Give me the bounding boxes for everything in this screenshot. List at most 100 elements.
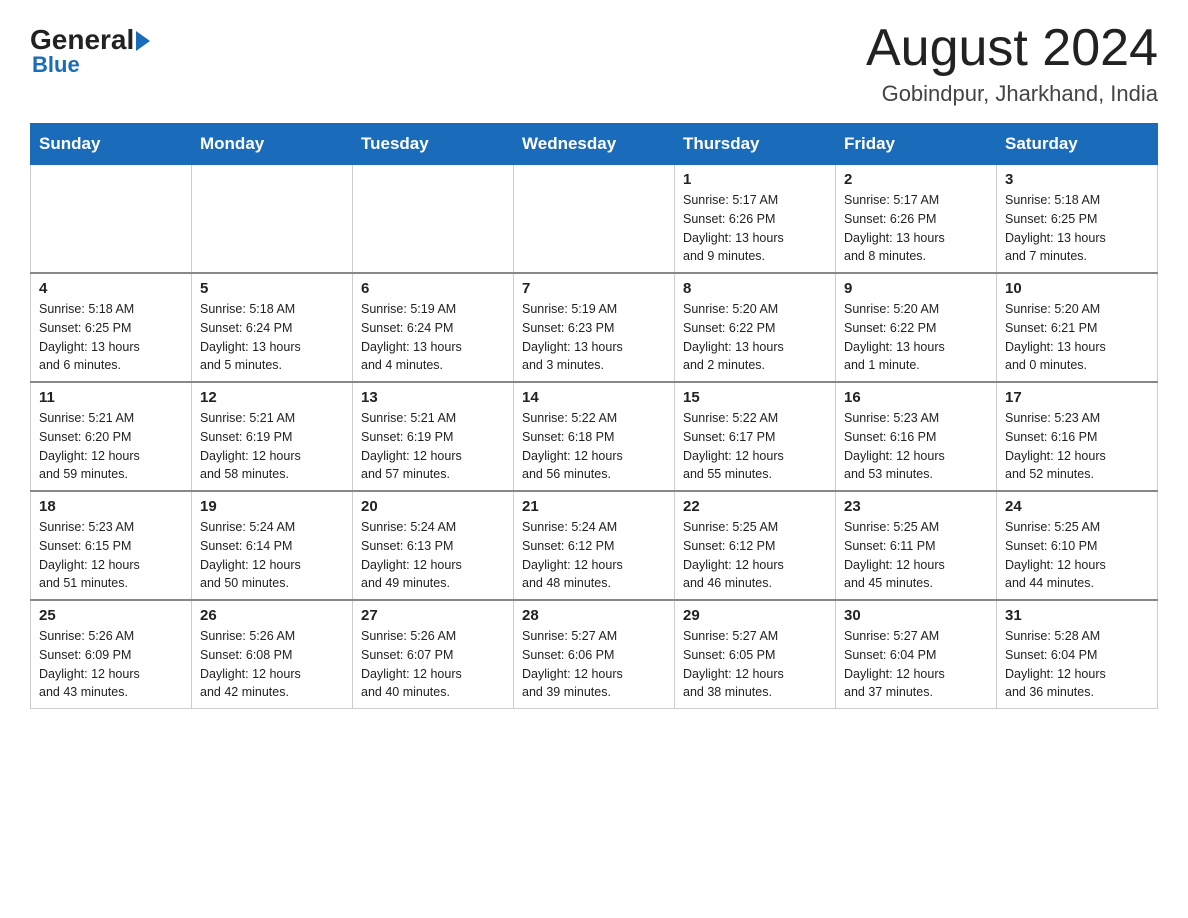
page-header: General Blue August 2024 Gobindpur, Jhar… — [30, 20, 1158, 107]
day-number: 26 — [200, 607, 344, 624]
day-info: Sunrise: 5:23 AMSunset: 6:16 PMDaylight:… — [844, 409, 988, 484]
day-number: 17 — [1005, 389, 1149, 406]
calendar-day-cell: 29Sunrise: 5:27 AMSunset: 6:05 PMDayligh… — [675, 600, 836, 709]
day-number: 9 — [844, 280, 988, 297]
day-number: 31 — [1005, 607, 1149, 624]
calendar-day-cell: 8 Sunrise: 5:20 AMSunset: 6:22 PMDaylight… — [675, 273, 836, 382]
day-info: Sunrise: 5:25 AMSunset: 6:11 PMDaylight:… — [844, 518, 988, 593]
day-info: Sunrise: 5:24 AMSunset: 6:12 PMDaylight:… — [522, 518, 666, 593]
calendar-day-cell: 31 Sunrise: 5:28 AMSunset: 6:04 PMDayligh… — [997, 600, 1158, 709]
calendar-day-cell: 13 Sunrise: 5:21 AMSunset: 6:19 PMDayligh… — [353, 382, 514, 491]
calendar-day-cell: 16 Sunrise: 5:23 AMSunset: 6:16 PMDayligh… — [836, 382, 997, 491]
day-info: Sunrise: 5:19 AMSunset: 6:23 PMDaylight:… — [522, 300, 666, 375]
calendar-day-cell: 3 Sunrise: 5:18 AMSunset: 6:25 PMDaylight… — [997, 165, 1158, 274]
day-number: 6 — [361, 280, 505, 297]
calendar-day-cell: 9 Sunrise: 5:20 AMSunset: 6:22 PMDaylight… — [836, 273, 997, 382]
day-info: Sunrise: 5:18 AMSunset: 6:24 PMDaylight:… — [200, 300, 344, 375]
day-number: 13 — [361, 389, 505, 406]
calendar-day-cell: 17 Sunrise: 5:23 AMSunset: 6:16 PMDayligh… — [997, 382, 1158, 491]
calendar-week-row: 11Sunrise: 5:21 AMSunset: 6:20 PMDayligh… — [31, 382, 1158, 491]
day-info: Sunrise: 5:19 AMSunset: 6:24 PMDaylight:… — [361, 300, 505, 375]
day-number: 12 — [200, 389, 344, 406]
day-number: 16 — [844, 389, 988, 406]
day-info: Sunrise: 5:26 AMSunset: 6:08 PMDaylight:… — [200, 627, 344, 702]
calendar-day-cell: 22 Sunrise: 5:25 AMSunset: 6:12 PMDayligh… — [675, 491, 836, 600]
day-number: 24 — [1005, 498, 1149, 515]
day-info: Sunrise: 5:25 AMSunset: 6:12 PMDaylight:… — [683, 518, 827, 593]
day-number: 28 — [522, 607, 666, 624]
day-info: Sunrise: 5:21 AMSunset: 6:19 PMDaylight:… — [200, 409, 344, 484]
day-number: 5 — [200, 280, 344, 297]
calendar-day-cell: 28Sunrise: 5:27 AMSunset: 6:06 PMDayligh… — [514, 600, 675, 709]
calendar-week-row: 18Sunrise: 5:23 AMSunset: 6:15 PMDayligh… — [31, 491, 1158, 600]
calendar-day-cell: 4Sunrise: 5:18 AMSunset: 6:25 PMDaylight… — [31, 273, 192, 382]
day-number: 18 — [39, 498, 183, 515]
day-info: Sunrise: 5:17 AMSunset: 6:26 PMDaylight:… — [683, 191, 827, 266]
day-info: Sunrise: 5:26 AMSunset: 6:09 PMDaylight:… — [39, 627, 183, 702]
logo-arrow-icon — [136, 31, 150, 51]
calendar-day-header: Thursday — [675, 124, 836, 165]
day-number: 29 — [683, 607, 827, 624]
calendar-day-cell: 25 Sunrise: 5:26 AMSunset: 6:09 PMDayligh… — [31, 600, 192, 709]
calendar-day-header: Friday — [836, 124, 997, 165]
calendar-day-header: Sunday — [31, 124, 192, 165]
day-number: 2 — [844, 171, 988, 188]
calendar-day-cell: 20 Sunrise: 5:24 AMSunset: 6:13 PMDayligh… — [353, 491, 514, 600]
day-info: Sunrise: 5:28 AMSunset: 6:04 PMDaylight:… — [1005, 627, 1149, 702]
day-info: Sunrise: 5:17 AMSunset: 6:26 PMDaylight:… — [844, 191, 988, 266]
day-number: 30 — [844, 607, 988, 624]
calendar-day-cell: 26 Sunrise: 5:26 AMSunset: 6:08 PMDayligh… — [192, 600, 353, 709]
day-number: 3 — [1005, 171, 1149, 188]
day-info: Sunrise: 5:20 AMSunset: 6:22 PMDaylight:… — [683, 300, 827, 375]
day-info: Sunrise: 5:24 AMSunset: 6:13 PMDaylight:… — [361, 518, 505, 593]
day-number: 25 — [39, 607, 183, 624]
calendar-day-cell: 6 Sunrise: 5:19 AMSunset: 6:24 PMDaylight… — [353, 273, 514, 382]
calendar-day-cell: 18Sunrise: 5:23 AMSunset: 6:15 PMDayligh… — [31, 491, 192, 600]
day-number: 21 — [522, 498, 666, 515]
day-info: Sunrise: 5:20 AMSunset: 6:22 PMDaylight:… — [844, 300, 988, 375]
calendar-day-cell: 5 Sunrise: 5:18 AMSunset: 6:24 PMDaylight… — [192, 273, 353, 382]
calendar-day-header: Monday — [192, 124, 353, 165]
calendar-week-row: 1 Sunrise: 5:17 AMSunset: 6:26 PMDaylight… — [31, 165, 1158, 274]
day-number: 27 — [361, 607, 505, 624]
day-number: 22 — [683, 498, 827, 515]
day-number: 23 — [844, 498, 988, 515]
calendar-day-cell: 15 Sunrise: 5:22 AMSunset: 6:17 PMDayligh… — [675, 382, 836, 491]
day-info: Sunrise: 5:23 AMSunset: 6:16 PMDaylight:… — [1005, 409, 1149, 484]
calendar-day-header: Tuesday — [353, 124, 514, 165]
day-info: Sunrise: 5:18 AMSunset: 6:25 PMDaylight:… — [1005, 191, 1149, 266]
day-number: 19 — [200, 498, 344, 515]
day-info: Sunrise: 5:22 AMSunset: 6:17 PMDaylight:… — [683, 409, 827, 484]
day-info: Sunrise: 5:21 AMSunset: 6:19 PMDaylight:… — [361, 409, 505, 484]
calendar-day-cell: 14 Sunrise: 5:22 AMSunset: 6:18 PMDayligh… — [514, 382, 675, 491]
day-info: Sunrise: 5:26 AMSunset: 6:07 PMDaylight:… — [361, 627, 505, 702]
day-number: 1 — [683, 171, 827, 188]
day-info: Sunrise: 5:24 AMSunset: 6:14 PMDaylight:… — [200, 518, 344, 593]
calendar-table: SundayMondayTuesdayWednesdayThursdayFrid… — [30, 123, 1158, 709]
calendar-day-cell — [31, 165, 192, 274]
day-number: 20 — [361, 498, 505, 515]
calendar-day-cell: 21 Sunrise: 5:24 AMSunset: 6:12 PMDayligh… — [514, 491, 675, 600]
day-info: Sunrise: 5:22 AMSunset: 6:18 PMDaylight:… — [522, 409, 666, 484]
day-number: 4 — [39, 280, 183, 297]
calendar-day-cell: 2 Sunrise: 5:17 AMSunset: 6:26 PMDaylight… — [836, 165, 997, 274]
calendar-week-row: 4Sunrise: 5:18 AMSunset: 6:25 PMDaylight… — [31, 273, 1158, 382]
calendar-day-cell: 24Sunrise: 5:25 AMSunset: 6:10 PMDayligh… — [997, 491, 1158, 600]
day-number: 7 — [522, 280, 666, 297]
day-info: Sunrise: 5:27 AMSunset: 6:04 PMDaylight:… — [844, 627, 988, 702]
calendar-week-row: 25 Sunrise: 5:26 AMSunset: 6:09 PMDayligh… — [31, 600, 1158, 709]
day-info: Sunrise: 5:20 AMSunset: 6:21 PMDaylight:… — [1005, 300, 1149, 375]
calendar-day-cell: 30 Sunrise: 5:27 AMSunset: 6:04 PMDayligh… — [836, 600, 997, 709]
day-number: 10 — [1005, 280, 1149, 297]
day-number: 15 — [683, 389, 827, 406]
logo: General Blue — [30, 20, 150, 78]
day-info: Sunrise: 5:21 AMSunset: 6:20 PMDaylight:… — [39, 409, 183, 484]
calendar-day-header: Saturday — [997, 124, 1158, 165]
logo-blue: Blue — [32, 52, 80, 78]
day-number: 14 — [522, 389, 666, 406]
calendar-day-cell: 12 Sunrise: 5:21 AMSunset: 6:19 PMDayligh… — [192, 382, 353, 491]
day-number: 8 — [683, 280, 827, 297]
calendar-day-cell: 10 Sunrise: 5:20 AMSunset: 6:21 PMDayligh… — [997, 273, 1158, 382]
calendar-header-row: SundayMondayTuesdayWednesdayThursdayFrid… — [31, 124, 1158, 165]
calendar-day-header: Wednesday — [514, 124, 675, 165]
